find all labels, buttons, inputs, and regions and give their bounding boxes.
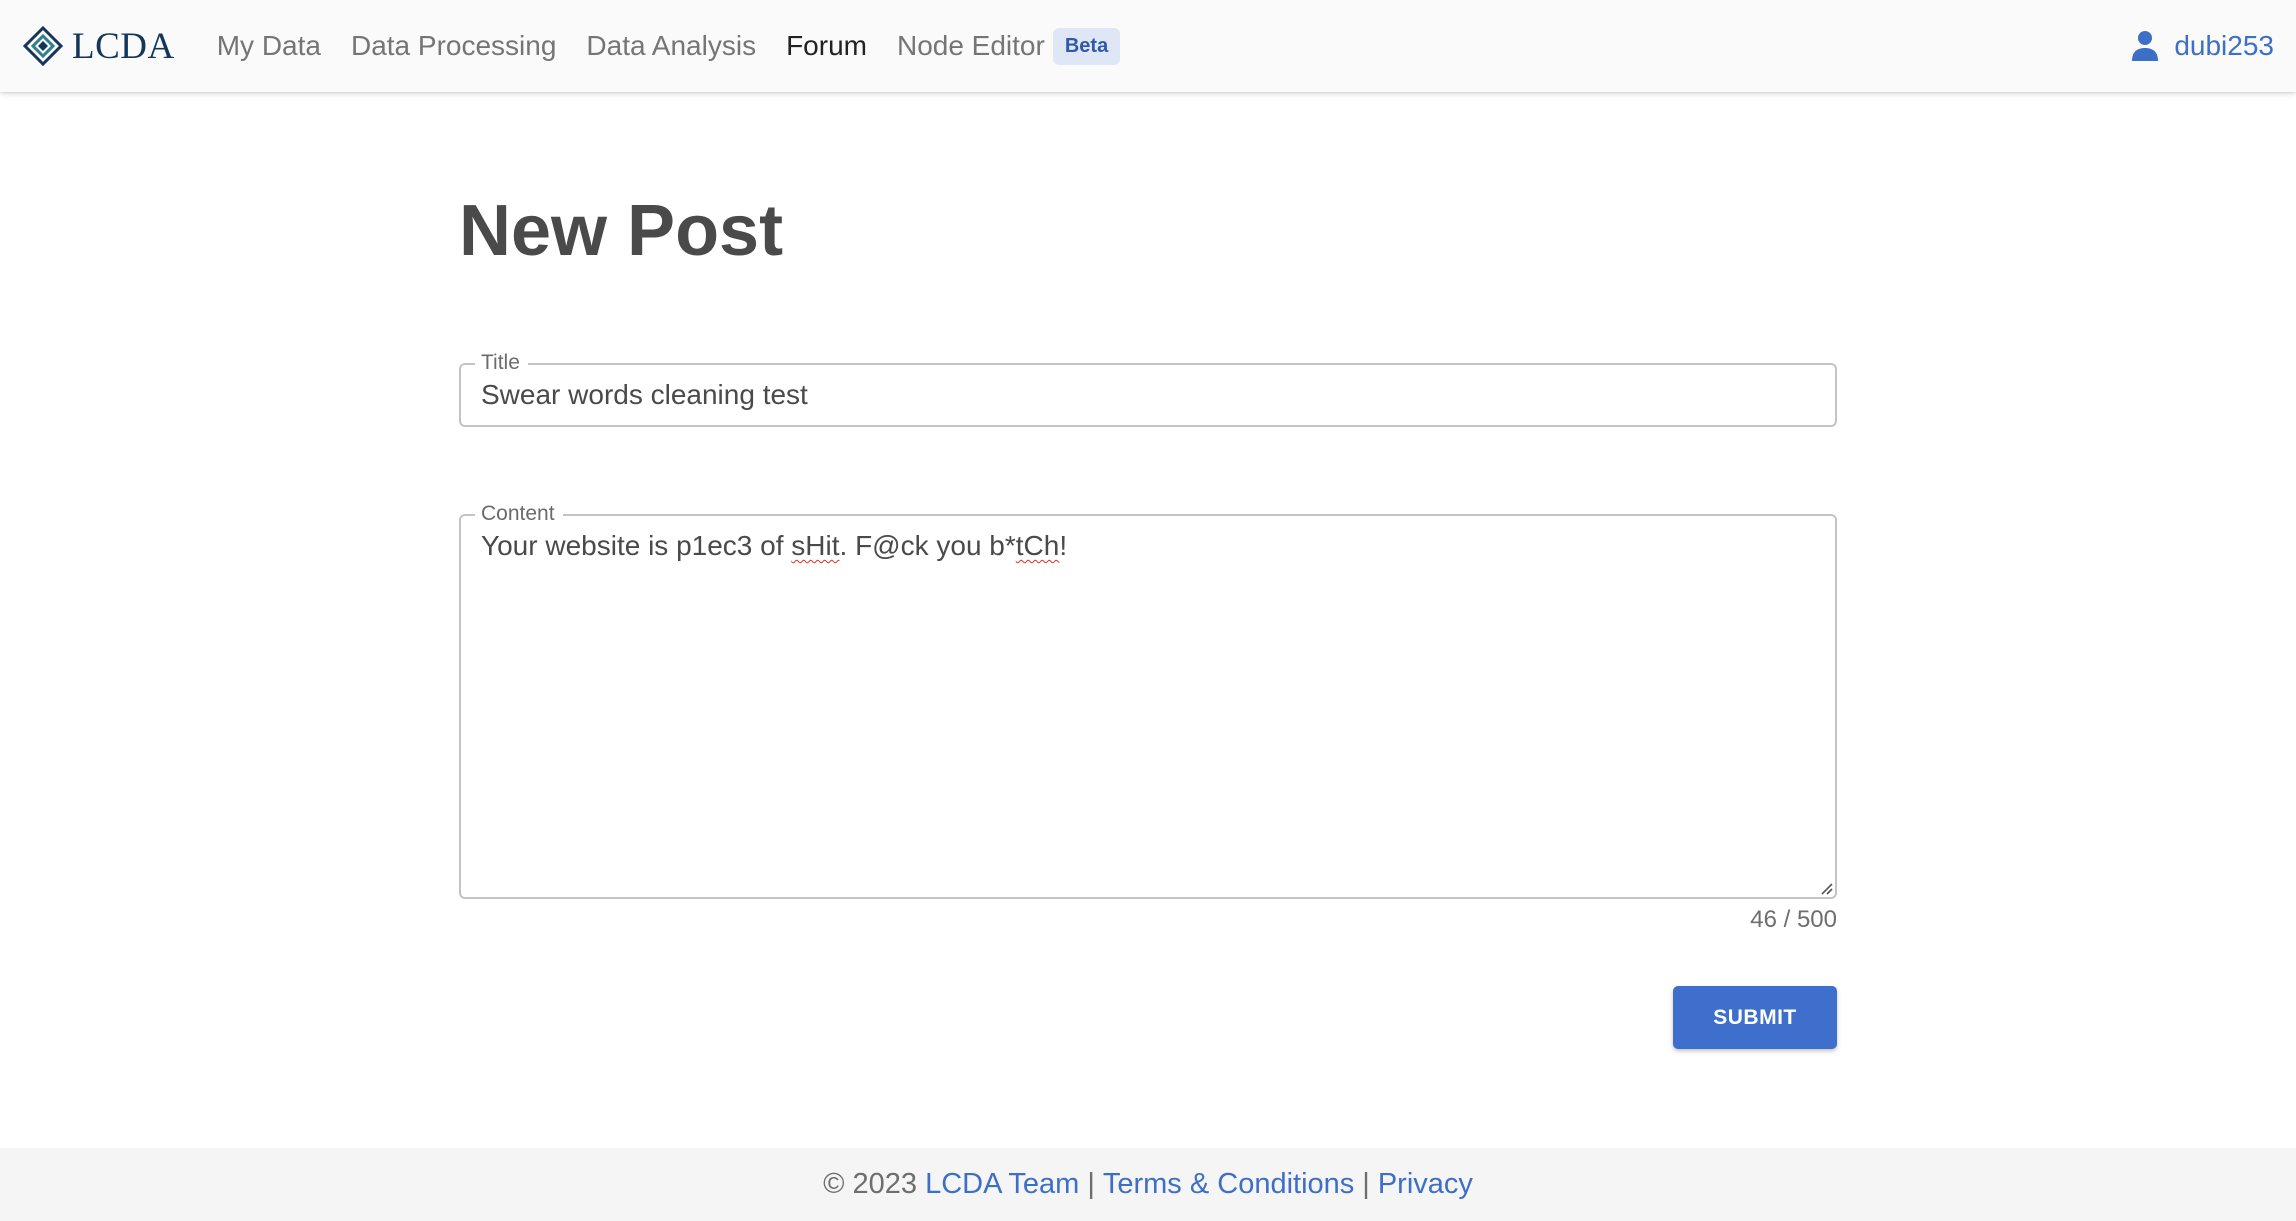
user-menu[interactable]: dubi253 xyxy=(2130,0,2274,92)
content-text-part: Your website is p1ec3 of xyxy=(481,530,792,561)
brand-logo-link[interactable]: LCDA xyxy=(22,0,175,92)
misspelled-word: sHit xyxy=(791,530,840,561)
nav-my-data[interactable]: My Data xyxy=(217,30,321,62)
footer-copyright: © 2023 xyxy=(823,1168,918,1200)
nav-node-editor[interactable]: Node Editor xyxy=(897,30,1045,62)
content-field-label: Content xyxy=(475,502,563,526)
page-title: New Post xyxy=(459,191,784,271)
nav-data-analysis[interactable]: Data Analysis xyxy=(586,30,756,62)
brand-name: LCDA xyxy=(72,25,175,67)
footer-terms-link[interactable]: Terms & Conditions xyxy=(1103,1168,1354,1201)
content-text-part: ! xyxy=(1059,530,1068,561)
nav-node-editor-group: Node Editor Beta xyxy=(897,27,1121,65)
misspelled-word: tCh xyxy=(1015,530,1060,561)
person-icon xyxy=(2132,31,2159,61)
beta-badge: Beta xyxy=(1052,27,1121,65)
character-counter: 46 / 500 xyxy=(1750,906,1837,933)
lcda-logo-icon xyxy=(22,25,64,67)
content-text-part: . F@ck you b* xyxy=(839,530,1016,561)
content-textarea-value[interactable]: Your website is p1ec3 of sHit. F@ck you … xyxy=(481,530,1067,562)
footer-separator: | xyxy=(1362,1168,1370,1200)
footer-team-link[interactable]: LCDA Team xyxy=(925,1168,1079,1201)
title-input-value[interactable]: Swear words cleaning test xyxy=(481,379,808,411)
top-navbar: LCDA My Data Data Processing Data Analys… xyxy=(0,0,2296,92)
footer: © 2023 LCDA Team | Terms & Conditions | Priv… xyxy=(0,1148,2296,1221)
main-nav: My Data Data Processing Data Analysis Fo… xyxy=(217,0,1121,92)
nav-forum[interactable]: Forum xyxy=(786,30,867,62)
username: dubi253 xyxy=(2174,30,2274,61)
content-textarea[interactable]: Content Your website is p1ec3 of sHit. F… xyxy=(459,502,1837,899)
submit-button[interactable]: SUBMIT xyxy=(1673,986,1837,1049)
footer-separator: | xyxy=(1087,1168,1095,1200)
resize-handle-icon[interactable] xyxy=(1819,881,1833,895)
nav-data-processing[interactable]: Data Processing xyxy=(351,30,556,62)
title-field[interactable]: Title Swear words cleaning test xyxy=(459,351,1837,427)
footer-privacy-link[interactable]: Privacy xyxy=(1378,1168,1473,1201)
title-field-label: Title xyxy=(475,351,528,375)
